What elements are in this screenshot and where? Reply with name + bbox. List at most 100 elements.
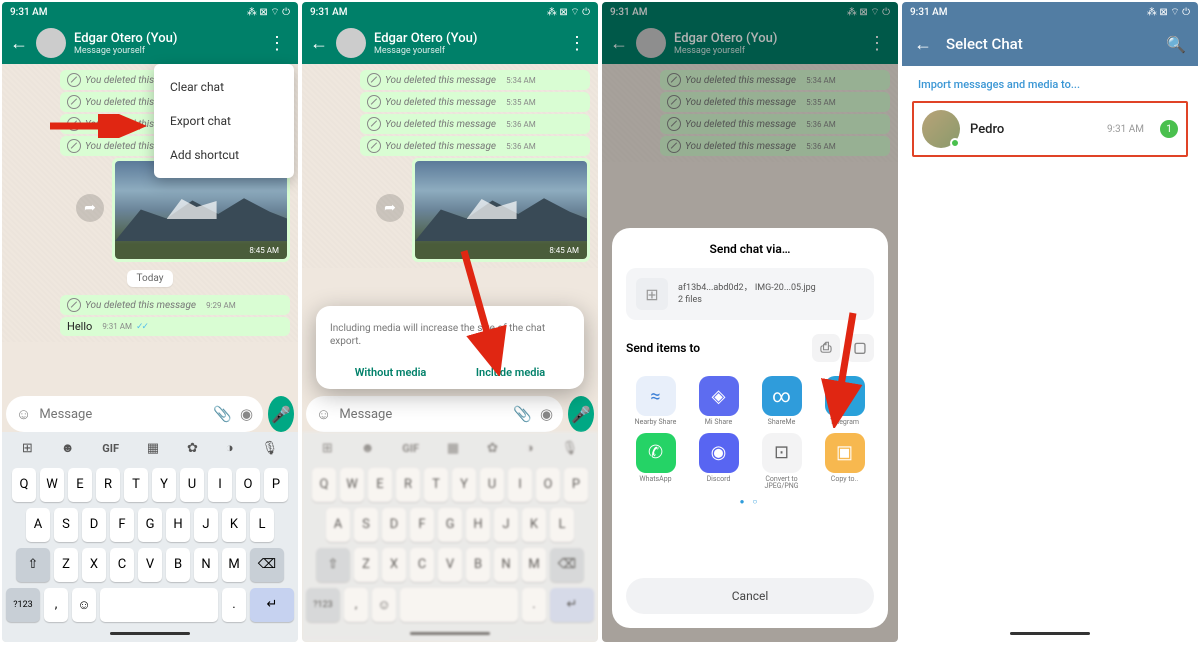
key-f[interactable]: F: [410, 508, 434, 542]
contact-row[interactable]: Pedro 9:31 AM 1: [912, 101, 1188, 157]
key-b[interactable]: B: [166, 548, 190, 582]
forward-icon[interactable]: ➦: [76, 194, 104, 222]
cancel-button[interactable]: Cancel: [626, 578, 874, 614]
toolbar-sticker-icon[interactable]: ☻: [61, 440, 75, 456]
key-d[interactable]: D: [382, 508, 406, 542]
back-icon[interactable]: ←: [10, 33, 28, 54]
key-x[interactable]: X: [82, 548, 106, 582]
menu-button[interactable]: ⋮: [264, 29, 290, 58]
key-g[interactable]: G: [438, 508, 462, 542]
attach-icon[interactable]: 📎: [213, 405, 232, 423]
key-p[interactable]: P: [264, 468, 288, 502]
key-t[interactable]: T: [124, 468, 148, 502]
back-icon[interactable]: ←: [310, 33, 328, 54]
key-z[interactable]: Z: [354, 548, 378, 582]
key-r[interactable]: R: [96, 468, 120, 502]
annotation-arrow: [818, 308, 868, 428]
key-q[interactable]: Q: [12, 468, 36, 502]
dialog-text: Including media will increase the size o…: [330, 322, 570, 348]
share-app-nearby-share[interactable]: ≈Nearby Share: [626, 376, 685, 427]
toolbar-mic-icon[interactable]: 🎙: [262, 441, 279, 456]
key-b[interactable]: B: [466, 548, 490, 582]
enter-key[interactable]: ↵: [250, 588, 294, 622]
key-k[interactable]: K: [222, 508, 246, 542]
emoji-icon[interactable]: ☺: [16, 405, 31, 423]
toolbar-grid-icon[interactable]: ⊞: [22, 441, 33, 456]
key-c[interactable]: C: [110, 548, 134, 582]
share-app-copy-to-[interactable]: ▣Copy to..: [815, 433, 874, 491]
key-x[interactable]: X: [382, 548, 406, 582]
key-a[interactable]: A: [26, 508, 50, 542]
key-z[interactable]: Z: [54, 548, 78, 582]
key-k[interactable]: K: [522, 508, 546, 542]
key-h[interactable]: H: [166, 508, 190, 542]
key-g[interactable]: G: [138, 508, 162, 542]
key-s[interactable]: S: [354, 508, 378, 542]
key-c[interactable]: C: [410, 548, 434, 582]
key-u[interactable]: U: [180, 468, 204, 502]
export-dialog: Including media will increase the size o…: [316, 306, 584, 389]
forward-icon[interactable]: ➦: [376, 194, 404, 222]
message-input[interactable]: [339, 407, 505, 422]
key-v[interactable]: V: [138, 548, 162, 582]
key-s[interactable]: S: [54, 508, 78, 542]
key-p[interactable]: P: [564, 468, 588, 502]
message-input[interactable]: [39, 407, 205, 422]
space-key[interactable]: [100, 588, 218, 622]
key-m[interactable]: M: [522, 548, 546, 582]
back-icon[interactable]: ←: [914, 34, 932, 55]
key-o[interactable]: O: [536, 468, 560, 502]
search-icon[interactable]: 🔍: [1166, 35, 1186, 54]
share-app-whatsapp[interactable]: ✆WhatsApp: [626, 433, 685, 491]
key-y[interactable]: Y: [152, 468, 176, 502]
menu-clear-chat[interactable]: Clear chat: [154, 70, 294, 104]
share-app-mi-share[interactable]: ◈Mi Share: [689, 376, 748, 427]
camera-icon[interactable]: ◉: [240, 405, 253, 423]
key-h[interactable]: H: [466, 508, 490, 542]
share-app-convert-to-jpeg-png[interactable]: ⊡Convert to JPEG/PNG: [752, 433, 811, 491]
emoji-key[interactable]: ☺: [72, 588, 96, 622]
key-l[interactable]: L: [550, 508, 574, 542]
key-o[interactable]: O: [236, 468, 260, 502]
menu-button[interactable]: ⋮: [564, 29, 590, 58]
avatar[interactable]: [336, 28, 366, 58]
menu-export-chat[interactable]: Export chat: [154, 104, 294, 138]
without-media-button[interactable]: Without media: [355, 366, 427, 379]
status-bar: 9:31 AM ⁂ ⊠ ⌔ ⏻: [2, 2, 298, 22]
keyboard[interactable]: ⊞ ☻ GIF ▦ ✿ ◑ 🎙 QWERTYUIOP ASDFGHJKL ⇧ZX…: [2, 432, 298, 642]
key-n[interactable]: N: [494, 548, 518, 582]
avatar[interactable]: [36, 28, 66, 58]
key-y[interactable]: Y: [452, 468, 476, 502]
mic-button[interactable]: 🎤: [268, 396, 294, 432]
key-w[interactable]: W: [40, 468, 64, 502]
mic-button[interactable]: 🎤: [568, 396, 594, 432]
key-t[interactable]: T: [424, 468, 448, 502]
key-w[interactable]: W: [340, 468, 364, 502]
key-j[interactable]: J: [494, 508, 518, 542]
key-e[interactable]: E: [68, 468, 92, 502]
key-l[interactable]: L: [250, 508, 274, 542]
backspace-key[interactable]: ⌫: [250, 548, 284, 582]
key-m[interactable]: M: [222, 548, 246, 582]
key-n[interactable]: N: [194, 548, 218, 582]
key-e[interactable]: E: [368, 468, 392, 502]
toolbar-palette-icon[interactable]: ◑: [226, 440, 234, 456]
key-i[interactable]: I: [208, 468, 232, 502]
key-r[interactable]: R: [396, 468, 420, 502]
shift-key[interactable]: ⇧: [16, 548, 50, 582]
numeric-key[interactable]: ?123: [6, 588, 40, 622]
toolbar-clipboard-icon[interactable]: ▦: [147, 441, 159, 456]
toolbar-settings-icon[interactable]: ✿: [187, 441, 198, 456]
key-f[interactable]: F: [110, 508, 134, 542]
key-q[interactable]: Q: [312, 468, 336, 502]
key-a[interactable]: A: [326, 508, 350, 542]
message-input-bar: ☺ 📎 ◉ 🎤: [6, 396, 294, 432]
key-d[interactable]: D: [82, 508, 106, 542]
key-j[interactable]: J: [194, 508, 218, 542]
menu-add-shortcut[interactable]: Add shortcut: [154, 138, 294, 172]
key-u[interactable]: U: [480, 468, 504, 502]
key-v[interactable]: V: [438, 548, 462, 582]
share-app-discord[interactable]: ◉Discord: [689, 433, 748, 491]
key-i[interactable]: I: [508, 468, 532, 502]
share-app-shareme[interactable]: ∞ShareMe: [752, 376, 811, 427]
